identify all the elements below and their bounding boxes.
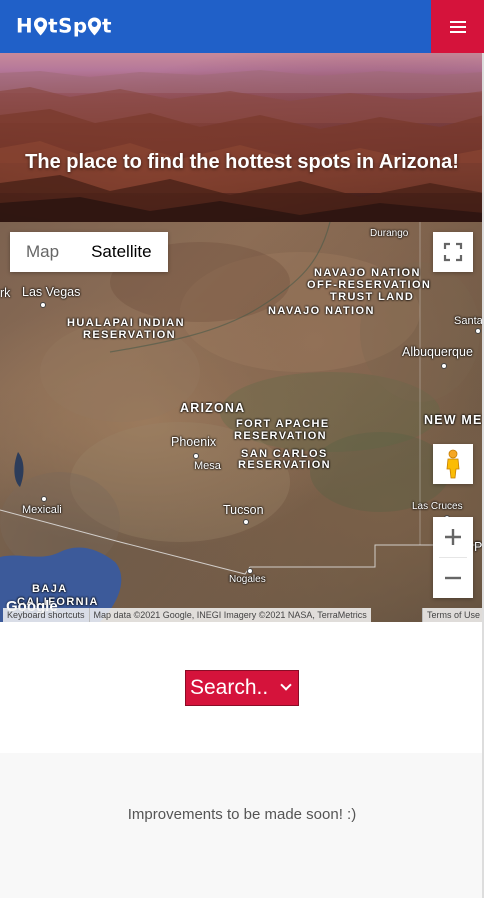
map-label-navajo-off-2: OFF-RESERVATION xyxy=(307,279,432,291)
footer: Improvements to be made soon! :) xyxy=(0,753,484,898)
map-label-santa: Santa xyxy=(454,315,483,327)
map-label-las-cruces: Las Cruces xyxy=(412,501,463,512)
map-label-hualapai-1: HUALAPAI INDIAN xyxy=(67,317,185,329)
city-dot xyxy=(441,363,447,369)
footer-text: Improvements to be made soon! :) xyxy=(127,806,357,823)
map-label-durango: Durango xyxy=(370,228,409,239)
map-label-hualapai-2: RESERVATION xyxy=(83,329,177,341)
hero-title: The place to find the hottest spots in A… xyxy=(25,151,459,173)
search-select-value: Search.. xyxy=(190,676,269,699)
map-data-attribution: Map data ©2021 Google, INEGI Imagery ©20… xyxy=(88,608,371,622)
satellite-map[interactable]: Durango NAVAJO NATION OFF-RESERVATION TR… xyxy=(0,222,484,622)
map-label-navajo-nation: NAVAJO NATION xyxy=(268,305,375,317)
map-label-san-carlos-2: RESERVATION xyxy=(238,459,332,471)
city-dot xyxy=(243,519,249,525)
map-label-mesa: Mesa xyxy=(194,460,221,472)
hotspot-logo: H tSp t xyxy=(16,15,112,38)
brand-logo[interactable]: H tSp t xyxy=(16,11,120,41)
canyon-image xyxy=(0,70,484,223)
map-label-baja-1: BAJA xyxy=(32,583,68,595)
street-view-pegman-button[interactable] xyxy=(433,444,473,484)
map-label-park: rk xyxy=(0,286,11,300)
zoom-in-button[interactable] xyxy=(433,517,473,557)
keyboard-shortcuts-link[interactable]: Keyboard shortcuts xyxy=(3,608,89,622)
minus-icon xyxy=(445,576,461,580)
map-type-satellite-button[interactable]: Satellite xyxy=(75,232,167,272)
svg-text:H: H xyxy=(16,15,33,38)
city-dot xyxy=(475,328,481,334)
plus-icon xyxy=(445,529,461,545)
svg-text:tSp: tSp xyxy=(48,15,87,38)
map-label-arizona: ARIZONA xyxy=(180,401,246,415)
map-type-control: Map Satellite xyxy=(10,232,168,272)
navbar: H tSp t xyxy=(0,0,484,53)
map-label-navajo-off-1: NAVAJO NATION xyxy=(314,267,421,279)
map-label-fort-apache-1: FORT APACHE xyxy=(236,418,330,430)
map-label-nogales: Nogales xyxy=(229,574,266,585)
terms-of-use-link[interactable]: Terms of Use xyxy=(421,608,484,622)
map-label-mexicali: Mexicali xyxy=(22,504,62,516)
fullscreen-icon xyxy=(443,242,463,262)
map-label-phoenix: Phoenix xyxy=(171,435,217,449)
map-label-las-vegas: Las Vegas xyxy=(22,285,81,299)
hero-banner: The place to find the hottest spots in A… xyxy=(0,53,484,223)
page: H tSp t The place to find the hottest sp… xyxy=(0,0,484,898)
pegman-icon xyxy=(446,449,460,479)
search-section: Search.. xyxy=(0,622,484,753)
city-dot xyxy=(40,302,46,308)
map-label-albuquerque: Albuquerque xyxy=(402,345,473,359)
map-label-fort-apache-2: RESERVATION xyxy=(234,430,328,442)
zoom-out-button[interactable] xyxy=(433,558,473,598)
map-label-new-mexico: NEW ME xyxy=(424,413,483,427)
map-label-tucson: Tucson xyxy=(223,503,264,517)
menu-toggle-button[interactable] xyxy=(431,0,484,53)
zoom-control xyxy=(433,517,473,598)
fullscreen-button[interactable] xyxy=(433,232,473,272)
city-dot xyxy=(193,453,199,459)
map-label-navajo-off-3: TRUST LAND xyxy=(330,291,415,303)
svg-text:t: t xyxy=(102,15,112,38)
chevron-down-icon xyxy=(280,679,292,691)
city-dot xyxy=(41,496,47,502)
search-select[interactable]: Search.. xyxy=(185,670,299,706)
map-type-map-button[interactable]: Map xyxy=(10,232,75,272)
map-attribution-bar: Keyboard shortcuts Map data ©2021 Google… xyxy=(0,608,484,622)
